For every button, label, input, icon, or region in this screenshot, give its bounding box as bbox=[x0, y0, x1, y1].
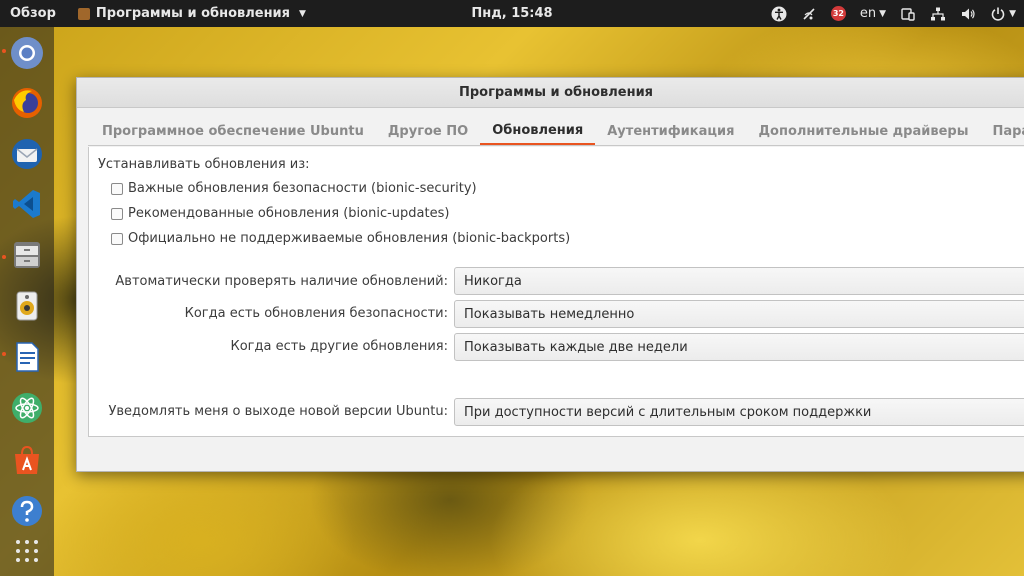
clock[interactable]: Пнд, 15:48 bbox=[471, 6, 552, 21]
tab-bar: Программное обеспечение Ubuntu Другое ПО… bbox=[88, 118, 1024, 146]
window-title[interactable]: Программы и обновления bbox=[77, 78, 1024, 108]
system-tray: 32 en ▼ ▼ bbox=[771, 0, 1016, 27]
checkbox-label: Официально не поддерживаемые обновления … bbox=[128, 231, 571, 246]
tab-settings[interactable]: Парам bbox=[980, 118, 1024, 145]
dock-item-chromium[interactable] bbox=[8, 34, 46, 72]
power-menu[interactable]: ▼ bbox=[990, 6, 1016, 22]
running-indicator bbox=[2, 255, 6, 259]
chevron-down-icon: ▼ bbox=[879, 8, 887, 19]
checkbox-security[interactable]: Важные обновления безопасности (bionic-s… bbox=[111, 181, 477, 196]
signal-icon[interactable] bbox=[801, 6, 817, 22]
dock-item-rhythmbox[interactable] bbox=[8, 287, 46, 325]
atom-icon bbox=[12, 393, 42, 423]
network-icon[interactable] bbox=[930, 6, 946, 22]
running-indicator bbox=[2, 352, 6, 356]
other-updates-select[interactable]: Показывать каждые две недели bbox=[454, 333, 1024, 361]
auto-check-label: Автоматически проверять наличие обновлен… bbox=[115, 274, 448, 289]
dock-item-atom[interactable] bbox=[8, 389, 46, 427]
language-menu[interactable]: en ▼ bbox=[860, 6, 886, 21]
auto-check-select[interactable]: Никогда bbox=[454, 267, 1024, 295]
app-menu-label: Программы и обновления bbox=[95, 6, 291, 21]
vscode-icon bbox=[13, 190, 40, 218]
install-from-heading: Устанавливать обновления из: bbox=[98, 157, 310, 172]
chromium-icon bbox=[11, 37, 43, 69]
checkbox-recommended[interactable]: Рекомендованные обновления (bionic-updat… bbox=[111, 206, 449, 221]
top-bar: Обзор Программы и обновления ▼ Пнд, 15:4… bbox=[0, 0, 1024, 27]
language-label: en bbox=[859, 6, 877, 21]
activities-button[interactable]: Обзор bbox=[0, 0, 78, 27]
other-updates-label: Когда есть другие обновления: bbox=[230, 339, 449, 354]
notification-badge[interactable]: 32 bbox=[830, 6, 846, 21]
app-menu-icon bbox=[77, 7, 90, 20]
help-icon bbox=[12, 496, 42, 526]
chevron-down-icon: ▼ bbox=[1009, 8, 1016, 19]
accessibility-icon[interactable] bbox=[771, 6, 787, 22]
checkbox-box[interactable] bbox=[111, 207, 123, 220]
security-updates-label: Когда есть обновления безопасности: bbox=[184, 306, 448, 321]
tab-additional-drivers[interactable]: Дополнительные драйверы bbox=[746, 118, 980, 145]
checkbox-label: Важные обновления безопасности (bionic-s… bbox=[128, 181, 477, 196]
power-icon bbox=[990, 6, 1006, 22]
screen-icon[interactable] bbox=[900, 6, 916, 22]
dock-item-files[interactable] bbox=[8, 236, 46, 274]
dock-item-help[interactable] bbox=[8, 492, 46, 530]
dock-item-software-center[interactable] bbox=[8, 441, 46, 479]
dock bbox=[0, 27, 54, 576]
software-updates-window: Программы и обновления Программное обесп… bbox=[76, 77, 1024, 472]
dock-item-firefox[interactable] bbox=[8, 84, 46, 122]
checkbox-box[interactable] bbox=[111, 232, 123, 245]
tab-authentication[interactable]: Аутентификация bbox=[595, 118, 746, 145]
checkbox-box[interactable] bbox=[111, 182, 123, 195]
app-menu[interactable]: Программы и обновления ▼ bbox=[77, 0, 306, 27]
new-version-label: Уведомлять меня о выходе новой версии Ub… bbox=[108, 404, 448, 419]
writer-icon bbox=[16, 342, 39, 372]
chevron-down-icon: ▼ bbox=[299, 8, 306, 19]
show-applications-button[interactable] bbox=[8, 532, 46, 570]
volume-icon[interactable] bbox=[960, 6, 976, 22]
tab-ubuntu-software[interactable]: Программное обеспечение Ubuntu bbox=[88, 118, 376, 145]
tab-other-software[interactable]: Другое ПО bbox=[376, 118, 480, 145]
running-indicator bbox=[2, 49, 6, 53]
files-icon bbox=[14, 242, 40, 268]
security-updates-select[interactable]: Показывать немедленно bbox=[454, 300, 1024, 328]
checkbox-label: Рекомендованные обновления (bionic-updat… bbox=[128, 206, 450, 221]
new-version-select[interactable]: При доступности версий с длительным срок… bbox=[454, 398, 1024, 426]
dock-item-writer[interactable] bbox=[8, 338, 46, 376]
dock-item-thunderbird[interactable] bbox=[8, 135, 46, 173]
shopping-bag-icon bbox=[15, 445, 39, 474]
checkbox-backports[interactable]: Официально не поддерживаемые обновления … bbox=[111, 231, 570, 246]
dock-item-vscode[interactable] bbox=[8, 185, 46, 223]
tab-updates[interactable]: Обновления bbox=[480, 118, 596, 145]
updates-panel: Устанавливать обновления из: Важные обно… bbox=[88, 147, 1024, 437]
speaker-icon bbox=[16, 291, 38, 321]
thunderbird-icon bbox=[12, 139, 42, 169]
firefox-icon bbox=[12, 88, 42, 118]
grid-icon bbox=[16, 540, 38, 562]
